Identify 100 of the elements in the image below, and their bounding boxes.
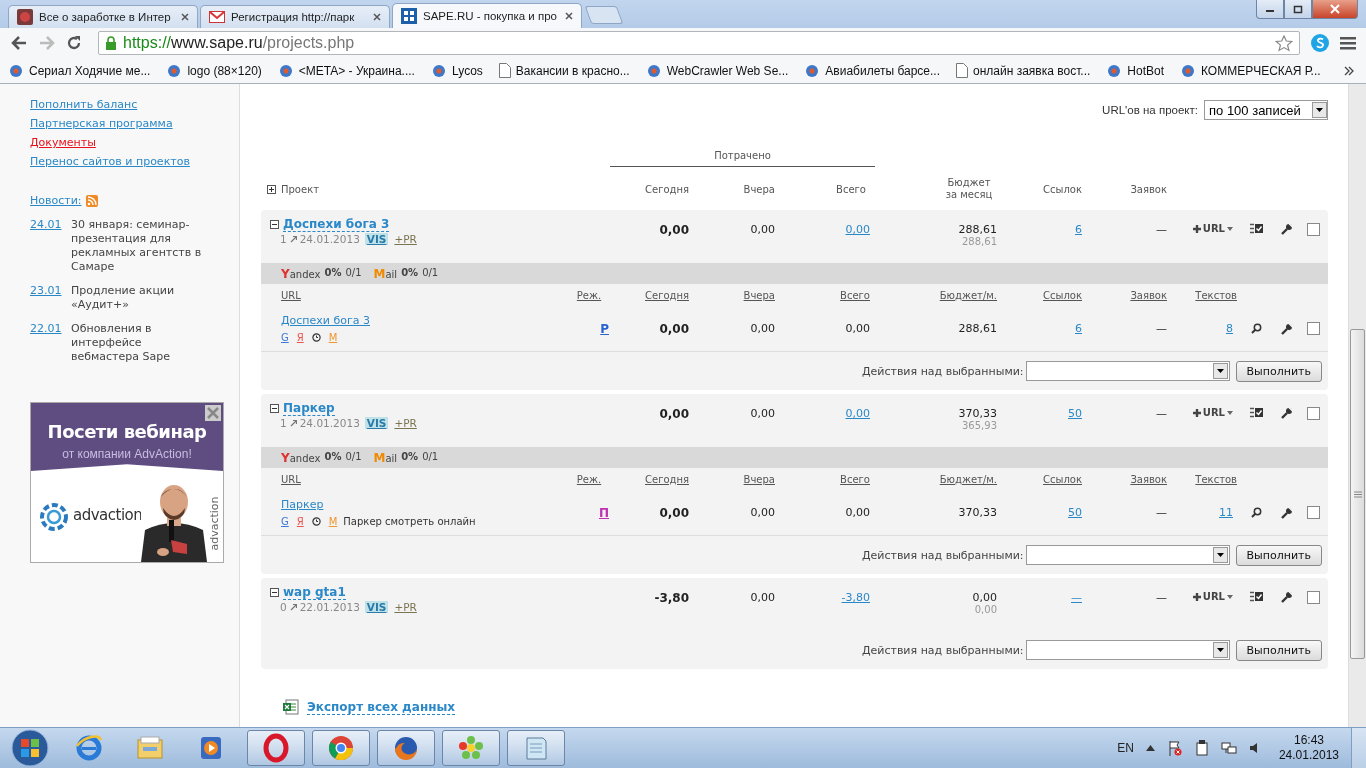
browser-tab[interactable]: SAPE.RU - покупка и про	[392, 3, 582, 28]
scrollbar-thumb[interactable]	[1350, 329, 1365, 659]
sidebar-link[interactable]: Документы	[30, 135, 96, 150]
links-count-link[interactable]: 50	[1068, 506, 1082, 519]
bookmark[interactable]: WebCrawler Web Se...	[645, 62, 789, 79]
links-count-link[interactable]: 6	[1075, 223, 1082, 236]
pr-link[interactable]: +PR	[394, 417, 417, 429]
close-icon[interactable]	[181, 13, 189, 21]
chevron-icon[interactable]	[1344, 66, 1354, 76]
column-header[interactable]: Текстов	[1167, 473, 1237, 485]
checkbox[interactable]	[1306, 506, 1320, 519]
column-header[interactable]: Заявок	[1082, 473, 1167, 485]
checkbox[interactable]	[1306, 322, 1320, 335]
bookmark[interactable]: Вакансии в красно...	[498, 63, 630, 78]
checklist-icon[interactable]	[1249, 591, 1263, 602]
column-header[interactable]: Реж.	[569, 289, 609, 301]
checkbox[interactable]	[1306, 591, 1320, 604]
up-arrow-icon[interactable]	[1145, 745, 1155, 751]
column-header[interactable]: Сегодня	[609, 473, 689, 485]
column-header[interactable]: Сегодня	[609, 289, 689, 301]
sidebar-link[interactable]: Пополнить баланс	[30, 97, 138, 112]
bookmark[interactable]: <META> - Украина....	[277, 62, 415, 79]
bookmark[interactable]: Сериал Ходячие ме...	[8, 62, 151, 79]
star-icon[interactable]	[1275, 34, 1293, 52]
column-header[interactable]: Заявок	[1082, 289, 1167, 301]
column-header[interactable]: URL	[267, 473, 569, 485]
close-button[interactable]	[1312, 0, 1358, 19]
ad-banner[interactable]: Посети вебинар от компании AdvAction! advaction advaction	[30, 402, 224, 563]
bookmark[interactable]: logo (88×120)	[166, 62, 262, 79]
total-link[interactable]: -3,80	[841, 591, 870, 604]
close-icon[interactable]	[565, 12, 573, 20]
per-page-select[interactable]: по 100 записей	[1204, 100, 1328, 120]
column-header[interactable]: Вчера	[689, 289, 775, 301]
bookmark[interactable]: HotBot	[1106, 62, 1164, 79]
bookmark[interactable]: Lycos	[430, 62, 483, 79]
collapse-icon[interactable]	[270, 404, 279, 413]
wrench-icon[interactable]	[1281, 506, 1293, 519]
network-icon[interactable]	[1220, 740, 1237, 756]
news-date-link[interactable]: 24.01	[30, 218, 64, 274]
bookmark[interactable]: онлайн заявка вост...	[956, 63, 1091, 78]
back-icon[interactable]	[10, 35, 28, 51]
news-link[interactable]: Новости:	[30, 193, 82, 208]
maximize-button[interactable]	[1284, 0, 1312, 19]
url-menu-button[interactable]: URL	[1192, 223, 1233, 234]
column-header[interactable]: Бюджет/м.	[870, 473, 997, 485]
links-count-link[interactable]: 50	[1068, 407, 1082, 420]
column-header[interactable]: URL	[267, 289, 569, 301]
flag-icon[interactable]	[1166, 740, 1183, 756]
url-menu-button[interactable]: URL	[1192, 591, 1233, 602]
texts-count-link[interactable]: 11	[1219, 506, 1233, 519]
start-button[interactable]	[10, 728, 50, 768]
close-icon[interactable]	[373, 13, 381, 21]
wrench-icon[interactable]	[1281, 322, 1293, 335]
wrench-icon[interactable]	[1281, 223, 1293, 235]
texts-count-link[interactable]: 8	[1226, 322, 1233, 335]
collapse-icon[interactable]	[270, 588, 279, 597]
wrench-icon[interactable]	[1281, 591, 1293, 603]
total-link[interactable]: 0,00	[845, 223, 870, 236]
url-link[interactable]: Доспехи бога 3	[281, 314, 569, 327]
actions-select[interactable]	[1025, 545, 1230, 565]
bookmark[interactable]: КОММЕРЧЕСКАЯ Р...	[1180, 62, 1321, 79]
mode-link[interactable]: П	[598, 505, 609, 520]
column-header[interactable]: Реж.	[569, 473, 609, 485]
taskbar-button[interactable]	[312, 730, 370, 766]
pr-link[interactable]: +PR	[394, 233, 417, 245]
expand-all-icon[interactable]	[267, 184, 276, 194]
bookmark[interactable]: Авиабилеты барсе...	[804, 62, 940, 79]
language-indicator[interactable]: EN	[1117, 741, 1134, 755]
engine-link[interactable]: G	[281, 516, 289, 527]
column-header[interactable]: Ссылок	[997, 289, 1082, 301]
column-header[interactable]: Вчера	[689, 473, 775, 485]
scrollbar[interactable]	[1348, 84, 1366, 727]
actions-select[interactable]	[1025, 361, 1230, 381]
links-count-link[interactable]: 6	[1075, 322, 1082, 335]
engine-link[interactable]: G	[281, 332, 289, 343]
collapse-icon[interactable]	[270, 220, 279, 229]
column-header[interactable]: Всего	[775, 289, 870, 301]
reload-icon[interactable]	[66, 35, 82, 51]
execute-button[interactable]: Выполнить	[1235, 544, 1322, 566]
sidebar-link[interactable]: Перенос сайтов и проектов	[30, 154, 190, 169]
taskbar-button[interactable]	[247, 730, 305, 766]
browser-tab[interactable]: Регистрация http://парк	[200, 5, 390, 28]
total-link[interactable]: 0,00	[845, 407, 870, 420]
speaker-icon[interactable]	[1248, 742, 1259, 754]
minimize-button[interactable]	[1256, 0, 1284, 19]
news-date-link[interactable]: 22.01	[30, 322, 64, 364]
taskbar-button[interactable]	[507, 730, 565, 766]
search-icon[interactable]	[1250, 507, 1262, 518]
extension-icon[interactable]	[1310, 33, 1330, 53]
address-bar[interactable]: https://www.sape.ru/projects.php	[98, 31, 1300, 55]
url-link[interactable]: Паркер	[281, 498, 569, 511]
execute-button[interactable]: Выполнить	[1235, 360, 1322, 382]
export-link[interactable]: Экспорт всех данных	[307, 699, 456, 715]
clock[interactable]: 16:43 24.01.2013	[1278, 733, 1339, 763]
taskbar-button[interactable]	[377, 730, 435, 766]
actions-select[interactable]	[1025, 640, 1230, 660]
taskbar-button[interactable]	[442, 730, 500, 766]
sidebar-link[interactable]: Партнерская программа	[30, 116, 173, 131]
wrench-icon[interactable]	[1281, 407, 1293, 419]
links-count-link[interactable]: —	[1071, 591, 1082, 604]
